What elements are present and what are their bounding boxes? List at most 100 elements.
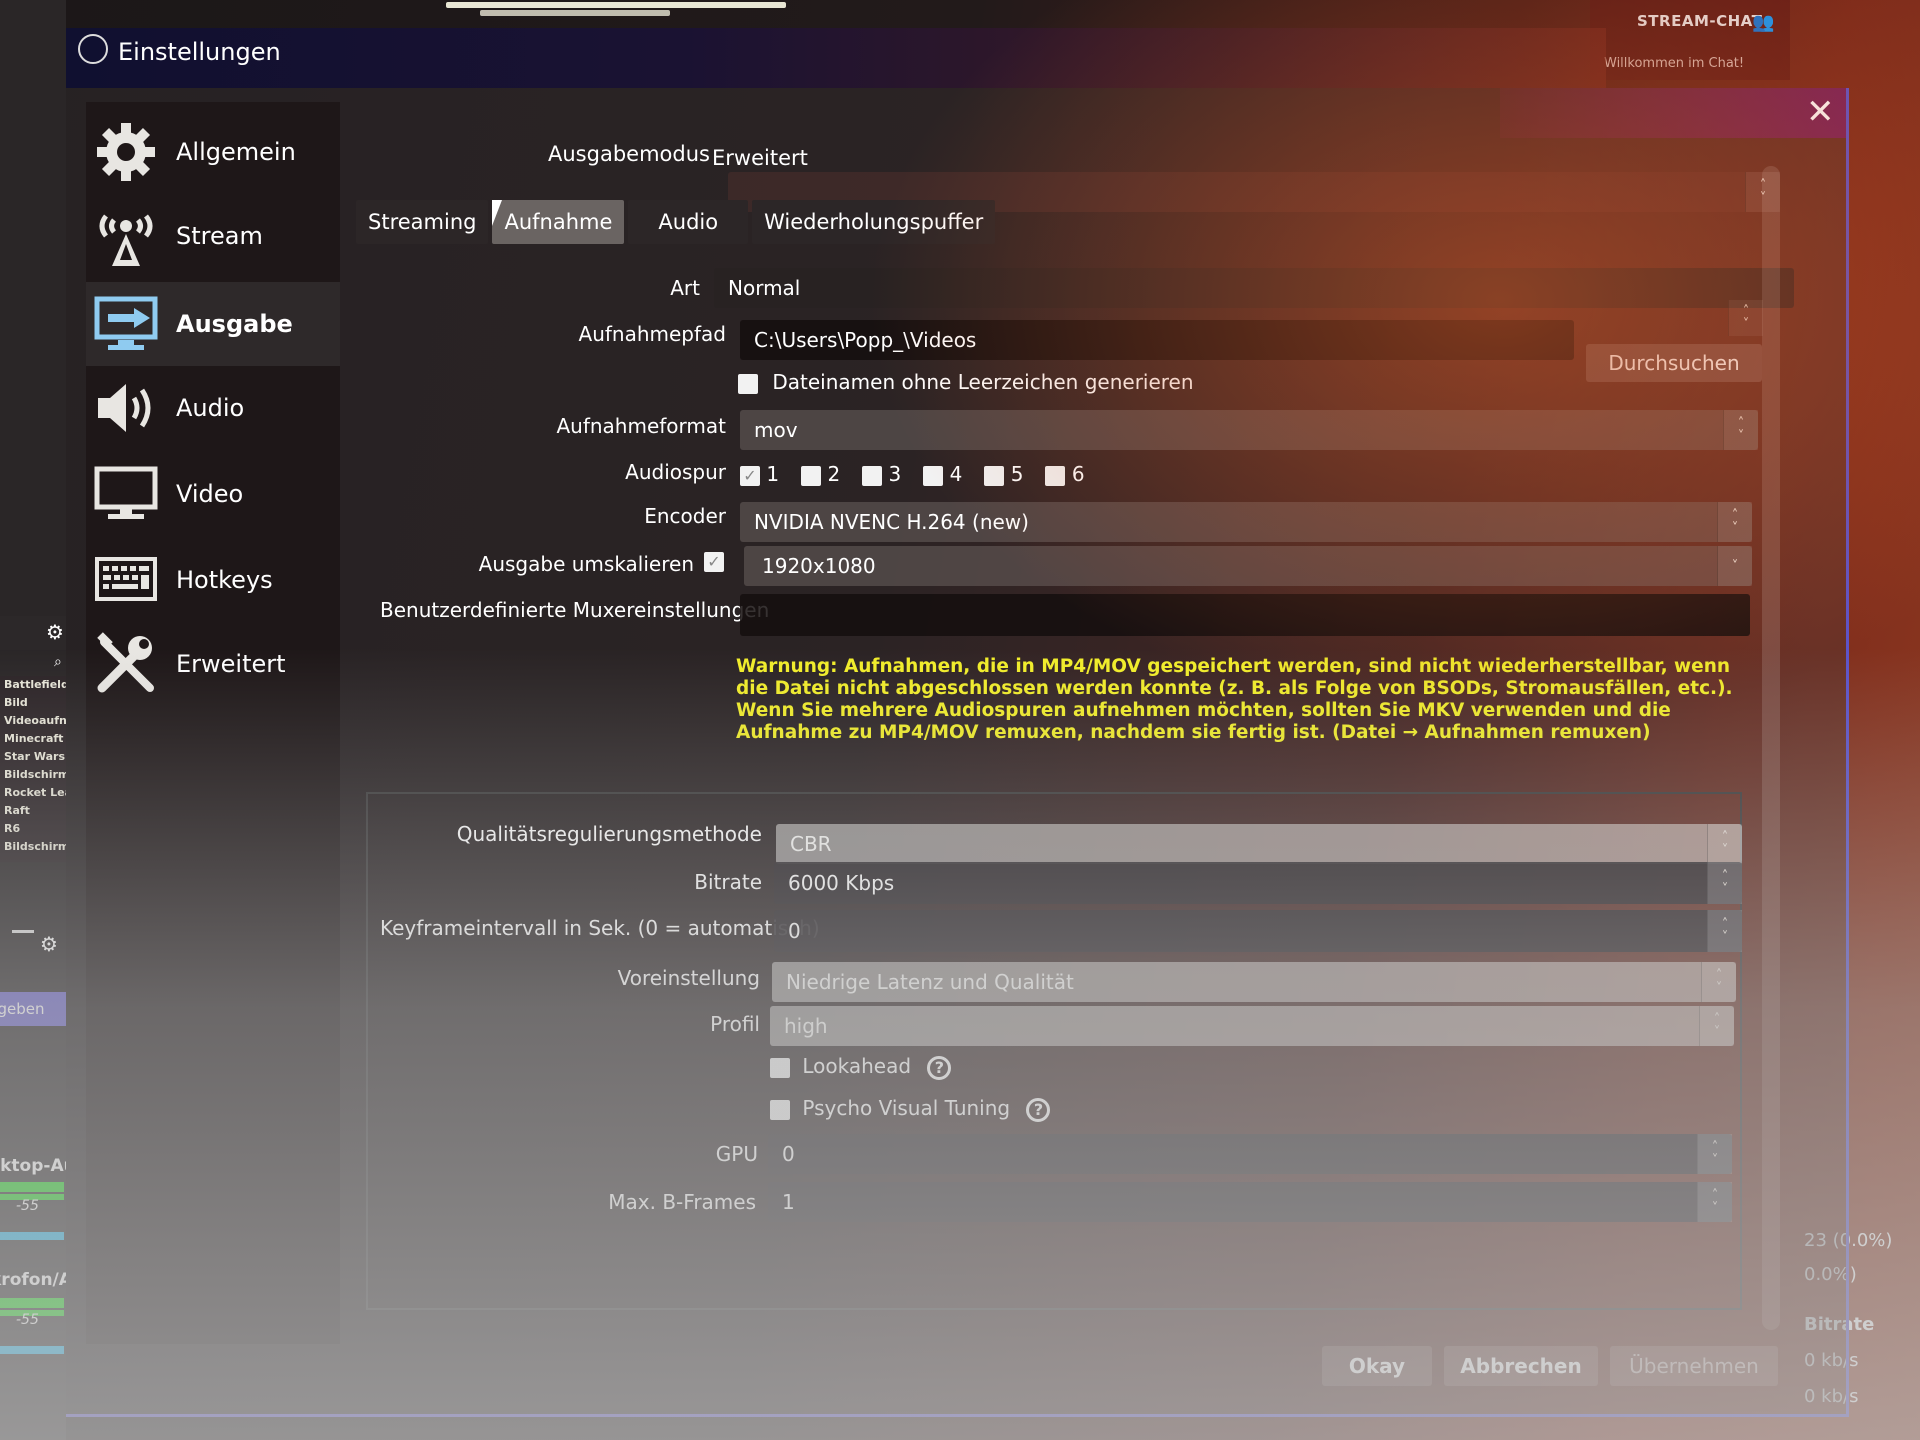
audio-track-checkbox-checked[interactable]: ✓ bbox=[740, 465, 760, 486]
help-icon[interactable]: ? bbox=[1026, 1097, 1051, 1122]
sidebar-item-video[interactable]: Video bbox=[86, 452, 340, 536]
cancel-button[interactable]: Abbrechen bbox=[1444, 1346, 1598, 1386]
chevron-updown-icon[interactable]: ˄ ˅ bbox=[1728, 300, 1763, 336]
sidebar-item-ausgabe[interactable]: Ausgabe bbox=[86, 282, 340, 366]
muxer-settings-input[interactable] bbox=[740, 594, 1750, 636]
recording-path-label: Aufnahmepfad bbox=[578, 322, 726, 346]
tab-wiederholungspuffer[interactable]: Wiederholungspuffer bbox=[752, 200, 996, 244]
scene-item[interactable]: Star Wars bbox=[4, 748, 66, 766]
keyframe-interval-label: Keyframeintervall in Sek. (0 = automatis… bbox=[380, 916, 820, 940]
help-icon[interactable]: ? bbox=[927, 1055, 952, 1080]
remove-source-icon[interactable] bbox=[12, 930, 34, 933]
psycho-visual-option[interactable]: Psycho Visual Tuning ? bbox=[770, 1096, 1051, 1122]
keyframe-interval-spinbox[interactable]: 0 ˄ ˅ bbox=[774, 910, 1742, 952]
scene-item[interactable]: Bildschirma bbox=[4, 766, 66, 784]
bitrate-spinbox[interactable]: 6000 Kbps ˄ ˅ bbox=[774, 862, 1742, 904]
audio-track-checkbox[interactable] bbox=[923, 465, 944, 486]
rescale-checkbox-checked[interactable]: ✓ bbox=[704, 552, 724, 572]
psycho-visual-checkbox[interactable] bbox=[770, 1099, 790, 1120]
keyboard-icon bbox=[92, 550, 160, 610]
volume-slider[interactable] bbox=[0, 1232, 64, 1240]
sidebar-item-allgemein[interactable]: Allgemein bbox=[86, 110, 340, 194]
encoder-label: Encoder bbox=[644, 504, 726, 528]
scenes-search-icon[interactable]: ⌕ bbox=[54, 654, 62, 670]
scene-item[interactable]: Raft bbox=[4, 802, 66, 820]
sources-gear-icon[interactable]: ⚙ bbox=[40, 934, 58, 954]
preset-select[interactable]: Niedrige Latenz und Qualität ˄ ˅ bbox=[772, 962, 1736, 1002]
profile-select[interactable]: high ˄ ˅ bbox=[770, 1006, 1734, 1046]
spin-arrows-icon[interactable]: ˄ ˅ bbox=[1697, 1134, 1732, 1174]
preset-label: Voreinstellung bbox=[617, 966, 760, 990]
sidebar-item-label: Video bbox=[176, 480, 244, 508]
recording-format-select[interactable]: mov ˄ ˅ bbox=[740, 410, 1758, 450]
lookahead-checkbox[interactable] bbox=[770, 1057, 790, 1078]
rate-control-select[interactable]: CBR ˄ ˅ bbox=[776, 824, 1742, 864]
browse-button[interactable]: Durchsuchen bbox=[1586, 344, 1762, 382]
type-value: Normal bbox=[728, 276, 801, 300]
encoder-select[interactable]: NVIDIA NVENC H.264 (new) ˄ ˅ bbox=[740, 502, 1752, 542]
type-select[interactable]: Normal bbox=[714, 268, 1794, 308]
no-spaces-checkbox[interactable] bbox=[738, 373, 758, 394]
volume-slider[interactable] bbox=[0, 1346, 64, 1354]
spin-arrows-icon[interactable]: ˄ ˅ bbox=[1707, 862, 1742, 904]
audio-track-checkbox[interactable] bbox=[1045, 465, 1066, 486]
scene-item[interactable]: R6 bbox=[4, 820, 66, 838]
scene-item[interactable]: Videoaufna bbox=[4, 712, 66, 730]
sidebar-item-label: Stream bbox=[176, 222, 263, 250]
sidebar-item-erweitert[interactable]: Erweitert bbox=[86, 622, 340, 706]
audio-track-4[interactable]: 4 bbox=[923, 462, 962, 486]
sidebar-item-label: Audio bbox=[176, 394, 245, 422]
scene-item[interactable]: Bildschirma bbox=[4, 838, 66, 856]
preset-value: Niedrige Latenz und Qualität bbox=[786, 970, 1074, 994]
scene-item[interactable]: Bild bbox=[4, 694, 66, 712]
scene-item[interactable]: Battlefield bbox=[4, 676, 66, 694]
gpu-label: GPU bbox=[715, 1142, 758, 1166]
sidebar-item-stream[interactable]: Stream bbox=[86, 194, 340, 278]
meter-scale-label: -55 bbox=[16, 1198, 39, 1214]
sidebar-item-audio[interactable]: Audio bbox=[86, 366, 340, 450]
audio-track-label: Audiospur bbox=[625, 460, 726, 484]
sidebar-item-hotkeys[interactable]: Hotkeys bbox=[86, 538, 340, 622]
audio-track-1[interactable]: ✓ 1 bbox=[740, 462, 779, 486]
recording-path-input[interactable]: C:\Users\Popp_\Videos bbox=[740, 320, 1574, 360]
audio-track-3[interactable]: 3 bbox=[862, 462, 901, 486]
rescale-label: Ausgabe umskalieren bbox=[478, 552, 694, 576]
audio-meter bbox=[0, 1182, 64, 1192]
scene-item[interactable]: Minecraft bbox=[4, 730, 66, 748]
chevron-updown-icon: ˄ ˅ bbox=[1717, 502, 1752, 542]
audio-track-checkbox[interactable] bbox=[862, 465, 883, 486]
spin-arrows-icon[interactable]: ˄ ˅ bbox=[1697, 1182, 1732, 1222]
audio-track-2[interactable]: 2 bbox=[801, 462, 840, 486]
tab-audio[interactable]: Audio bbox=[628, 200, 749, 244]
transition-button[interactable]: ngeben bbox=[0, 992, 66, 1026]
audio-track-5[interactable]: 5 bbox=[984, 462, 1023, 486]
dialog-title: Einstellungen bbox=[118, 38, 281, 66]
audio-track-checkbox[interactable] bbox=[984, 465, 1005, 486]
speaker-icon bbox=[92, 378, 160, 438]
close-button[interactable]: ✕ bbox=[1806, 92, 1835, 132]
tab-aufnahme[interactable]: Aufnahme bbox=[492, 200, 625, 244]
settings-scrollbar[interactable] bbox=[1762, 166, 1780, 1330]
gpu-spinbox[interactable]: 0 ˄ ˅ bbox=[768, 1134, 1732, 1174]
audio-track-6[interactable]: 6 bbox=[1045, 462, 1085, 486]
muxer-settings-label: Benutzerdefinierte Muxereinstellungen bbox=[380, 598, 770, 622]
mixer-desktop-audio-label: sktop-Au bbox=[0, 1156, 66, 1176]
chevron-updown-icon: ˄ ˅ bbox=[1707, 824, 1742, 864]
ok-button[interactable]: Okay bbox=[1322, 1346, 1432, 1386]
no-spaces-option[interactable]: Dateinamen ohne Leerzeichen generieren bbox=[738, 370, 1194, 394]
chat-users-icon[interactable]: 👥 bbox=[1752, 12, 1774, 33]
tab-streaming[interactable]: Streaming bbox=[356, 200, 489, 244]
lookahead-option[interactable]: Lookahead ? bbox=[770, 1054, 952, 1080]
scenes-gear-icon[interactable]: ⚙ bbox=[46, 620, 64, 644]
apply-button[interactable]: Übernehmen bbox=[1610, 1346, 1778, 1386]
audio-meter bbox=[0, 1298, 64, 1308]
scene-item[interactable]: Rocket Lea bbox=[4, 784, 66, 802]
spin-arrows-icon[interactable]: ˄ ˅ bbox=[1707, 910, 1742, 952]
bframes-label: Max. B-Frames bbox=[608, 1190, 756, 1214]
rescale-resolution-select[interactable]: 1920x1080 ˅ bbox=[744, 546, 1752, 586]
audio-track-checkbox[interactable] bbox=[801, 465, 822, 486]
top-decor-line bbox=[480, 10, 670, 16]
recording-format-value: mov bbox=[754, 418, 798, 442]
bframes-spinbox[interactable]: 1 ˄ ˅ bbox=[768, 1182, 1732, 1222]
output-monitor-icon bbox=[92, 294, 160, 354]
